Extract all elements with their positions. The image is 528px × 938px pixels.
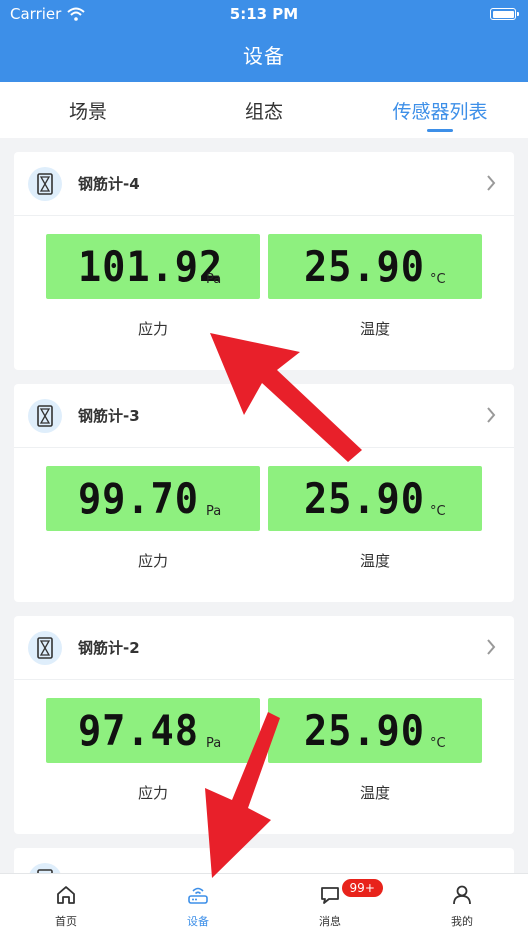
stress-value: 97.48 [78, 706, 199, 755]
nav-home[interactable]: 首页 [0, 874, 132, 938]
stress-display: 99.70 Pa [46, 466, 260, 531]
chevron-right-icon[interactable] [486, 638, 496, 656]
tab-bar: 场景 组态 传感器列表 [0, 82, 528, 138]
sensor-card: 钢筋计-2 97.48 Pa 25.90 °C 应力 温度 [14, 616, 514, 834]
temperature-display: 25.90 °C [268, 466, 482, 531]
nav-label: 首页 [55, 915, 77, 928]
stress-display: 101.92 Pa [46, 234, 260, 299]
stress-unit: Pa [206, 736, 222, 751]
nav-label: 我的 [451, 915, 473, 928]
stress-label: 应力 [137, 784, 168, 802]
home-icon [57, 886, 75, 904]
stress-value: 99.70 [78, 474, 199, 523]
strain-gauge-icon [28, 398, 62, 433]
person-icon [453, 885, 471, 905]
tab-configuration[interactable]: 组态 [176, 82, 352, 138]
nav-profile[interactable]: 我的 [396, 874, 528, 938]
temperature-display: 25.90 °C [268, 698, 482, 763]
sensor-card-header[interactable]: 钢筋计-2 [14, 616, 514, 680]
sensor-name: 钢筋计-3 [78, 407, 140, 425]
tab-scenes[interactable]: 场景 [0, 82, 176, 138]
app-header: Carrier 5:13 PM 设备 [0, 0, 528, 82]
unread-badge: 99+ [340, 878, 384, 898]
temperature-unit: °C [430, 504, 446, 519]
temperature-value: 25.90 [304, 242, 425, 291]
stress-label: 应力 [137, 552, 168, 570]
nav-messages[interactable]: 99+ 消息 [264, 874, 396, 938]
stress-label: 应力 [137, 320, 168, 338]
status-bar: Carrier 5:13 PM [0, 0, 528, 30]
temperature-unit: °C [430, 736, 446, 751]
temperature-unit: °C [430, 272, 446, 287]
stress-unit: Pa [206, 504, 222, 519]
bottom-nav: 首页 设备 99+ 消息 我的 [0, 873, 528, 938]
temperature-label: 温度 [359, 552, 390, 570]
chevron-right-icon[interactable] [486, 406, 496, 424]
stress-value: 101.92 [78, 242, 224, 291]
chevron-right-icon[interactable] [486, 174, 496, 192]
nav-label: 消息 [319, 915, 341, 928]
clock: 5:13 PM [229, 5, 299, 23]
chat-icon [321, 887, 339, 904]
sensor-card: 钢筋计-3 99.70 Pa 25.90 °C 应力 温度 [14, 384, 514, 602]
nav-label: 设备 [187, 915, 209, 928]
temperature-label: 温度 [359, 320, 390, 338]
temperature-value: 25.90 [304, 706, 425, 755]
page-title: 设备 [243, 44, 285, 68]
strain-gauge-icon [28, 630, 62, 665]
sensor-name: 钢筋计-4 [78, 175, 140, 193]
router-icon [188, 887, 208, 904]
nav-devices[interactable]: 设备 [132, 874, 264, 938]
stress-unit: Pa [206, 272, 222, 287]
sensor-name: 钢筋计-2 [78, 639, 140, 657]
temperature-value: 25.90 [304, 474, 425, 523]
sensor-card-header[interactable]: 钢筋计-3 [14, 384, 514, 448]
temperature-display: 25.90 °C [268, 234, 482, 299]
sensor-card-header[interactable]: 钢筋计-4 [14, 152, 514, 216]
temperature-label: 温度 [359, 784, 390, 802]
battery-icon [490, 8, 519, 20]
strain-gauge-icon [28, 166, 62, 201]
sensor-card: 钢筋计-4 101.92 Pa 25.90 °C 应力 温度 [14, 152, 514, 370]
stress-display: 97.48 Pa [46, 698, 260, 763]
tab-sensor-list[interactable]: 传感器列表 [352, 82, 528, 138]
